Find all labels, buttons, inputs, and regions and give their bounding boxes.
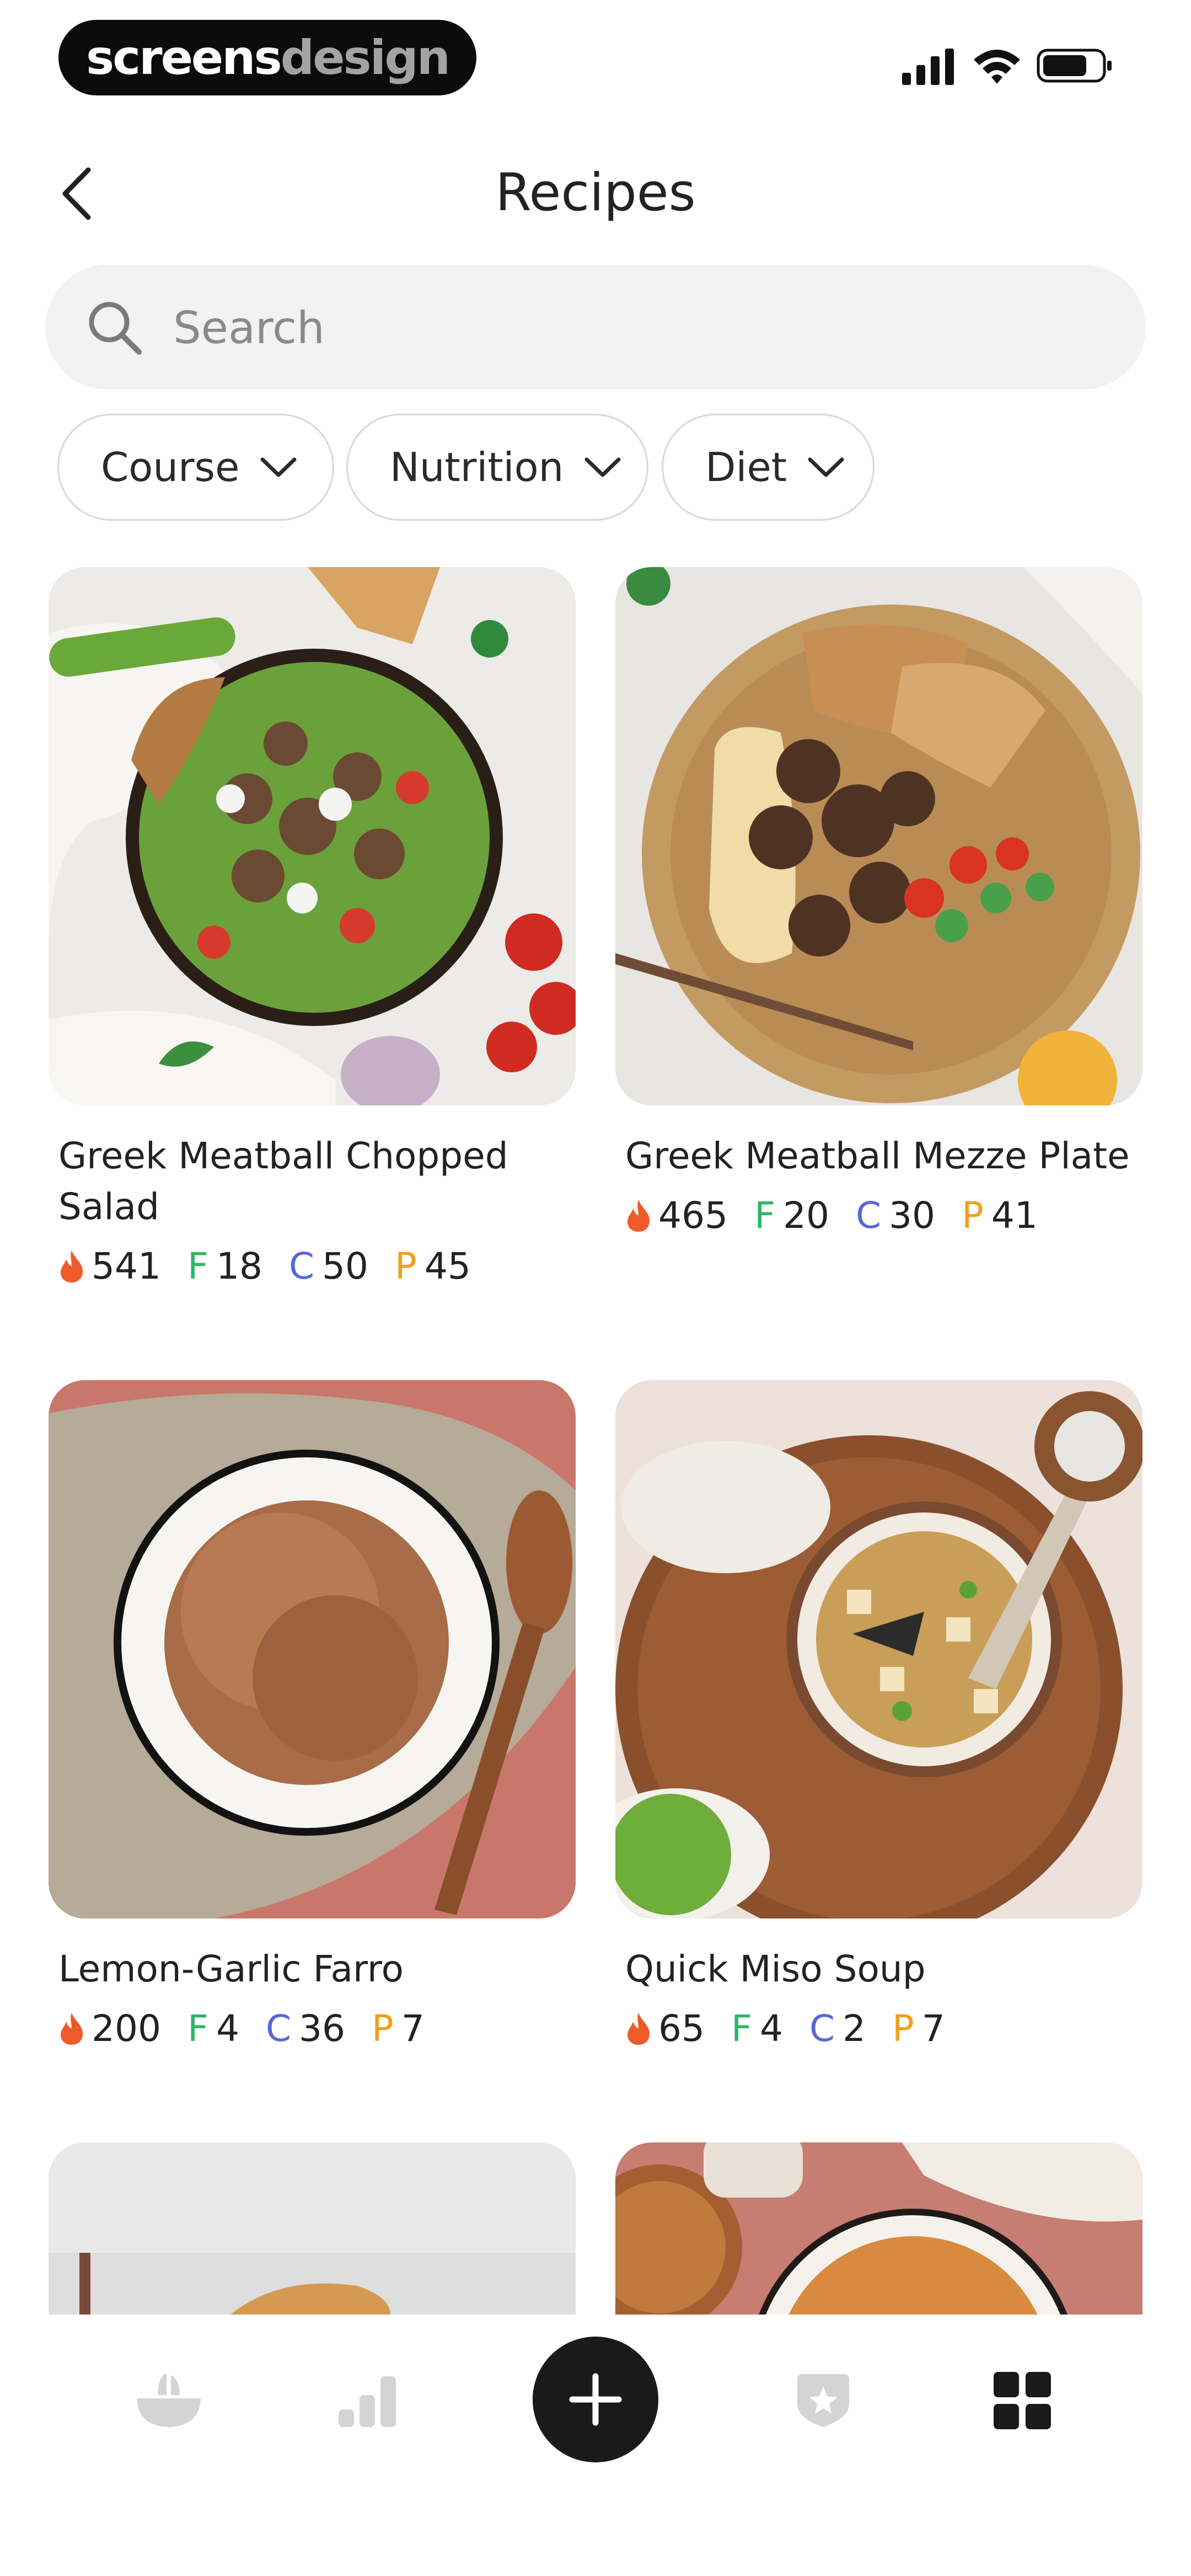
- protein-value: 45: [424, 1245, 471, 1287]
- fat-label: F: [731, 2007, 752, 2050]
- fat-value: 4: [759, 2007, 783, 2050]
- protein-label: P: [395, 1245, 417, 1287]
- chevron-down-icon: [260, 457, 297, 477]
- carbs-label: C: [809, 2007, 835, 2050]
- calories-value: 541: [92, 1245, 161, 1287]
- add-button[interactable]: [533, 2337, 658, 2462]
- fat-label: F: [187, 2007, 208, 2050]
- filter-diet-label: Diet: [705, 444, 787, 490]
- recipe-photo: [615, 2142, 1142, 2315]
- protein-value: 7: [921, 2007, 945, 2050]
- chevron-down-icon: [584, 457, 621, 477]
- carbs-label: C: [855, 1194, 882, 1237]
- filter-course[interactable]: Course: [57, 414, 334, 521]
- flame-icon: [627, 1200, 650, 1232]
- calories-value: 200: [92, 2007, 161, 2050]
- flame-icon: [627, 2013, 650, 2045]
- recipe-photo: [615, 1380, 1142, 1918]
- recipe-card[interactable]: Lemon-Garlic Farro 200 F4 C 36 P7: [49, 1380, 576, 2054]
- protein-value: 41: [991, 1194, 1038, 1237]
- carbs-value: 30: [889, 1194, 936, 1237]
- fat-label: F: [187, 1245, 208, 1287]
- recipe-macros: 200 F4 C 36 P7: [58, 2003, 576, 2054]
- search-input[interactable]: [172, 291, 1112, 364]
- recipe-card[interactable]: Greek Meatball Mezze Plate 465 F 20 C 30 P…: [615, 567, 1142, 1241]
- recipe-name: Greek Meatball Mezze Plate: [625, 1135, 1130, 1177]
- filter-diet[interactable]: Diet: [662, 414, 875, 521]
- search-icon: [89, 302, 142, 355]
- recipe-card[interactable]: Quick Miso Soup 65 F4 C2 P7: [615, 1380, 1142, 2054]
- fat-value: 18: [216, 1245, 262, 1287]
- battery-icon: [1037, 49, 1112, 83]
- recipe-card[interactable]: [49, 2142, 576, 2315]
- carbs-label: C: [265, 2007, 292, 2050]
- recipe-photo: [615, 567, 1142, 1105]
- status-bar: screens design: [0, 0, 1191, 105]
- fat-label: F: [754, 1194, 775, 1237]
- recipe-photo: [49, 1380, 576, 1918]
- recipe-name: Quick Miso Soup: [625, 1948, 926, 1990]
- badge-icon[interactable]: [794, 2372, 852, 2429]
- filter-nutrition-label: Nutrition: [390, 444, 564, 490]
- calories-value: 65: [658, 2007, 705, 2050]
- carbs-value: 36: [299, 2007, 346, 2050]
- stats-icon[interactable]: [339, 2373, 396, 2427]
- filter-course-label: Course: [101, 444, 240, 490]
- brand-logo: screens design: [58, 20, 476, 95]
- protein-label: P: [892, 2007, 914, 2050]
- carbs-value: 2: [843, 2007, 866, 2050]
- grid-icon[interactable]: [994, 2372, 1051, 2429]
- fat-value: 4: [216, 2007, 239, 2050]
- protein-value: 7: [401, 2007, 425, 2050]
- bowl-icon[interactable]: [135, 2370, 203, 2430]
- signal-icon: [902, 49, 954, 85]
- recipe-name: Lemon-Garlic Farro: [58, 1948, 404, 1990]
- brand-logo-text-left: screens: [86, 30, 282, 85]
- recipe-macros: 65 F4 C2 P7: [625, 2003, 1142, 2054]
- add-icon: [569, 2373, 622, 2426]
- flame-icon: [61, 1250, 83, 1282]
- fat-value: 20: [782, 1194, 829, 1237]
- filter-nutrition[interactable]: Nutrition: [346, 414, 648, 521]
- carbs-value: 50: [322, 1245, 369, 1287]
- recipe-card[interactable]: [615, 2142, 1142, 2315]
- recipe-macros: 541 F 18 C 50 P 45: [58, 1241, 576, 1292]
- recipe-macros: 465 F 20 C 30 P 41: [625, 1190, 1142, 1241]
- protein-label: P: [372, 2007, 394, 2050]
- recipe-card[interactable]: Greek Meatball Chopped Salad 541 F 18 C 50…: [49, 567, 576, 1292]
- carbs-label: C: [288, 1245, 315, 1287]
- flame-icon: [61, 2013, 83, 2045]
- wifi-icon: [974, 50, 1020, 84]
- recipe-photo: [49, 2142, 576, 2315]
- recipe-name: Greek Meatball Chopped Salad: [58, 1135, 508, 1228]
- recipe-photo: [49, 567, 576, 1105]
- calories-value: 465: [658, 1194, 728, 1237]
- search-bar[interactable]: [45, 265, 1146, 389]
- brand-logo-text-right: design: [280, 30, 450, 85]
- protein-label: P: [962, 1194, 984, 1237]
- page-title: Recipes: [495, 163, 696, 223]
- chevron-down-icon: [808, 457, 844, 477]
